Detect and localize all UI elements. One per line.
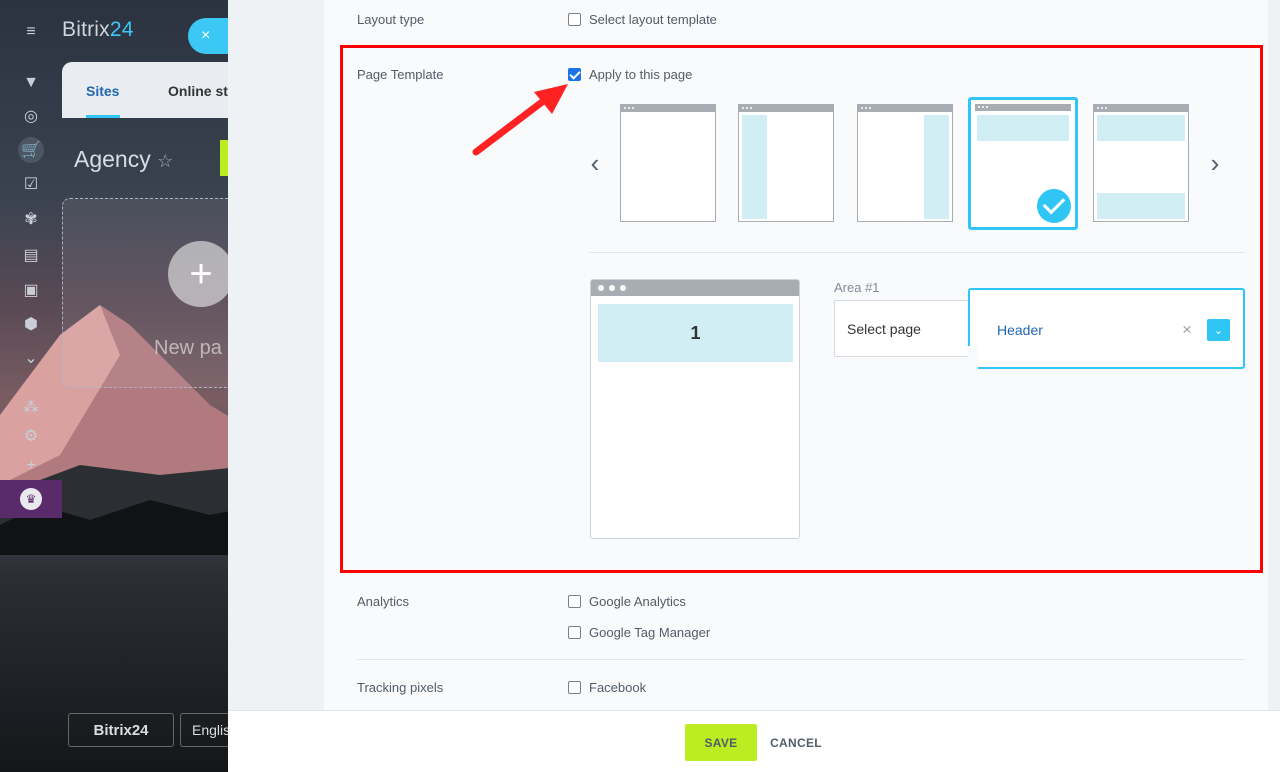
tab-online-store[interactable]: Online st [168, 83, 228, 99]
settings-slider: Layout type Select layout template Page … [228, 0, 1280, 772]
robot-icon[interactable]: ▣ [18, 277, 44, 303]
close-icon: × [201, 27, 211, 44]
tab-sites[interactable]: Sites [86, 83, 119, 99]
tab-active-indicator [86, 115, 120, 118]
analytics-label: Analytics [357, 594, 410, 609]
google-tag-manager-checkbox[interactable] [568, 626, 581, 639]
facebook-pixel-option[interactable]: Facebook [568, 680, 646, 695]
filter-icon[interactable]: ▼ [18, 70, 44, 96]
google-analytics-option[interactable]: Google Analytics [568, 594, 686, 609]
task-icon[interactable]: ☑ [18, 171, 44, 197]
action-bar: SAVE CANCEL [228, 710, 1280, 772]
crown-icon: ♛ [20, 488, 42, 510]
google-tag-manager-option[interactable]: Google Tag Manager [568, 625, 710, 640]
plus-icon[interactable]: + [18, 453, 44, 479]
box-icon[interactable]: ⬢ [18, 311, 44, 337]
contact-card-icon[interactable]: ▤ [18, 242, 44, 268]
layout-template-checkbox-label[interactable]: Select layout template [589, 12, 717, 27]
left-rail: ≡ ▼ ◎ 🛒 ☑ ✾ ▤ ▣ ⬢ ⌄ ⁂ ⚙ + ♛ [0, 0, 62, 772]
cart-icon[interactable]: 🛒 [18, 137, 44, 163]
brand-logo: Bitrix24 [62, 18, 134, 41]
new-page-label: New pa [154, 337, 222, 359]
google-analytics-checkbox[interactable] [568, 595, 581, 608]
gear-icon[interactable]: ⚙ [18, 423, 44, 449]
layout-template-option[interactable]: Select layout template [568, 12, 717, 27]
network-icon[interactable]: ⁂ [18, 394, 44, 420]
layout-type-label: Layout type [357, 12, 425, 27]
facebook-pixel-checkbox[interactable] [568, 681, 581, 694]
cancel-button[interactable]: CANCEL [768, 724, 824, 761]
facebook-pixel-label[interactable]: Facebook [589, 680, 646, 695]
star-icon[interactable]: ☆ [157, 151, 173, 171]
annotation-arrow-icon [472, 84, 568, 156]
google-analytics-label[interactable]: Google Analytics [589, 594, 686, 609]
target-icon[interactable]: ◎ [18, 103, 44, 129]
crown-button[interactable]: ♛ [0, 480, 62, 518]
crm-icon[interactable]: ✾ [18, 206, 44, 232]
tracking-pixels-label: Tracking pixels [357, 680, 444, 695]
section-divider [357, 659, 1245, 660]
save-button[interactable]: SAVE [685, 724, 757, 761]
page-title: Agency ☆ [74, 146, 174, 172]
google-tag-manager-label[interactable]: Google Tag Manager [589, 625, 710, 640]
chevron-circle-icon[interactable]: ⌄ [18, 345, 44, 371]
plus-icon[interactable]: + [168, 241, 234, 307]
menu-icon[interactable]: ≡ [18, 19, 44, 45]
footer-brand-button[interactable]: Bitrix24 [68, 713, 174, 747]
layout-template-checkbox[interactable] [568, 13, 581, 26]
